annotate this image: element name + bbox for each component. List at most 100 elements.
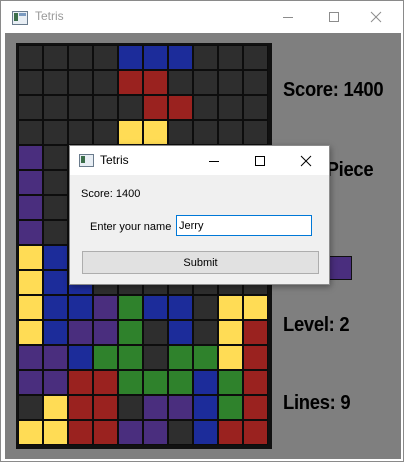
- board-cell: [243, 395, 268, 420]
- close-button[interactable]: [353, 1, 399, 33]
- board-cell: [18, 195, 43, 220]
- board-cell: [43, 345, 68, 370]
- maximize-button[interactable]: [311, 1, 357, 33]
- board-cell: [43, 370, 68, 395]
- board-cell: [18, 420, 43, 445]
- minimize-icon: [209, 160, 219, 162]
- board-cell: [43, 295, 68, 320]
- board-cell: [43, 145, 68, 170]
- board-cell: [218, 70, 243, 95]
- app-icon: [12, 11, 28, 25]
- board-cell: [18, 120, 43, 145]
- board-cell: [193, 120, 218, 145]
- board-cell: [43, 270, 68, 295]
- dialog-maximize-button[interactable]: [240, 146, 280, 175]
- board-cell: [143, 395, 168, 420]
- board-cell: [218, 320, 243, 345]
- board-cell: [93, 120, 118, 145]
- board-cell: [43, 245, 68, 270]
- board-cell: [193, 370, 218, 395]
- board-cell: [118, 295, 143, 320]
- minimize-icon: [283, 17, 293, 18]
- board-cell: [68, 70, 93, 95]
- board-cell: [18, 95, 43, 120]
- board-cell: [168, 95, 193, 120]
- minimize-button[interactable]: [265, 1, 311, 33]
- board-cell: [68, 120, 93, 145]
- board-cell: [243, 45, 268, 70]
- board-cell: [143, 70, 168, 95]
- board-cell: [43, 70, 68, 95]
- close-icon: [370, 11, 382, 23]
- board-cell: [193, 95, 218, 120]
- board-cell: [18, 370, 43, 395]
- name-label: Enter your name: [90, 221, 172, 233]
- board-cell: [43, 120, 68, 145]
- board-cell: [118, 70, 143, 95]
- board-cell: [243, 320, 268, 345]
- board-cell: [168, 370, 193, 395]
- board-cell: [143, 345, 168, 370]
- board-cell: [118, 45, 143, 70]
- board-cell: [118, 370, 143, 395]
- board-cell: [18, 245, 43, 270]
- board-cell: [93, 320, 118, 345]
- name-input[interactable]: [176, 215, 312, 236]
- board-cell: [168, 120, 193, 145]
- level-label: Level: 2: [283, 314, 350, 336]
- score-label: Score: 1400: [283, 79, 384, 101]
- board-cell: [43, 195, 68, 220]
- submit-button[interactable]: Submit: [82, 251, 319, 274]
- board-cell: [218, 295, 243, 320]
- dialog-title-bar[interactable]: Tetris: [70, 146, 329, 175]
- board-cell: [143, 95, 168, 120]
- board-cell: [193, 345, 218, 370]
- board-cell: [68, 320, 93, 345]
- board-cell: [118, 395, 143, 420]
- board-cell: [218, 395, 243, 420]
- board-cell: [68, 370, 93, 395]
- board-cell: [168, 420, 193, 445]
- board-cell: [68, 420, 93, 445]
- board-cell: [193, 320, 218, 345]
- dialog-app-icon: [79, 154, 94, 167]
- board-cell: [18, 45, 43, 70]
- board-cell: [243, 70, 268, 95]
- board-cell: [193, 70, 218, 95]
- board-cell: [18, 70, 43, 95]
- board-cell: [93, 70, 118, 95]
- board-cell: [193, 45, 218, 70]
- board-cell: [118, 345, 143, 370]
- board-cell: [168, 320, 193, 345]
- next-piece-block: [328, 256, 352, 280]
- board-cell: [218, 45, 243, 70]
- board-cell: [18, 395, 43, 420]
- board-cell: [118, 120, 143, 145]
- title-bar[interactable]: Tetris: [1, 1, 403, 33]
- board-cell: [18, 220, 43, 245]
- board-cell: [93, 45, 118, 70]
- board-cell: [18, 170, 43, 195]
- board-cell: [68, 95, 93, 120]
- board-cell: [93, 95, 118, 120]
- board-cell: [93, 370, 118, 395]
- board-cell: [118, 95, 143, 120]
- board-cell: [243, 95, 268, 120]
- board-cell: [218, 95, 243, 120]
- maximize-icon: [255, 155, 265, 166]
- board-cell: [168, 70, 193, 95]
- board-cell: [18, 320, 43, 345]
- board-cell: [18, 295, 43, 320]
- name-entry-dialog: Tetris Score: 1400 Enter your name Submi…: [69, 145, 330, 285]
- board-cell: [193, 420, 218, 445]
- dialog-close-button[interactable]: [286, 146, 326, 175]
- dialog-minimize-button[interactable]: [194, 146, 234, 175]
- board-cell: [18, 145, 43, 170]
- window-title: Tetris: [35, 9, 64, 23]
- board-cell: [43, 395, 68, 420]
- board-cell: [243, 370, 268, 395]
- maximize-icon: [329, 12, 339, 22]
- board-cell: [93, 395, 118, 420]
- board-cell: [243, 345, 268, 370]
- board-cell: [168, 395, 193, 420]
